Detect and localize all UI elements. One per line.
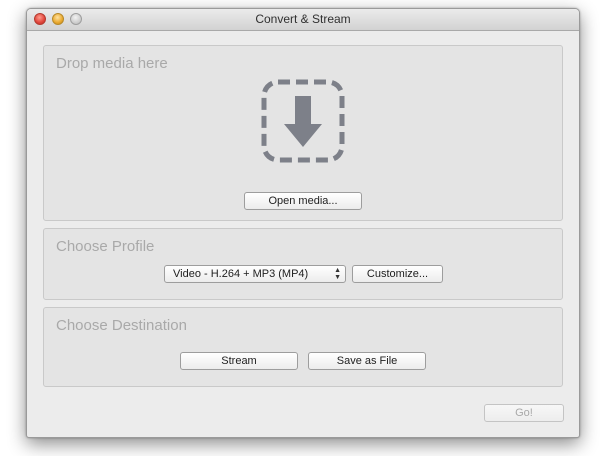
- choose-profile-panel: Choose Profile Video - H.264 + MP3 (MP4)…: [43, 228, 563, 300]
- download-arrow-icon: [261, 79, 345, 163]
- stream-button[interactable]: Stream: [180, 352, 298, 370]
- select-arrows-icon: ▲ ▼: [334, 267, 341, 281]
- convert-stream-window: Convert & Stream Drop media here Open me…: [26, 8, 580, 438]
- save-as-file-button[interactable]: Save as File: [308, 352, 426, 370]
- choose-destination-title: Choose Destination: [56, 317, 187, 334]
- drop-media-title: Drop media here: [56, 55, 168, 72]
- go-button[interactable]: Go!: [484, 404, 564, 422]
- customize-button[interactable]: Customize...: [352, 265, 443, 283]
- choose-profile-title: Choose Profile: [56, 238, 155, 255]
- drop-media-panel[interactable]: Drop media here Open media...: [43, 45, 563, 221]
- profile-select-value: Video - H.264 + MP3 (MP4): [173, 268, 309, 280]
- window-title: Convert & Stream: [255, 12, 351, 26]
- open-media-button[interactable]: Open media...: [244, 192, 362, 210]
- titlebar: Convert & Stream: [27, 9, 579, 31]
- choose-destination-panel: Choose Destination Stream Save as File: [43, 307, 563, 387]
- profile-select[interactable]: Video - H.264 + MP3 (MP4) ▲ ▼: [164, 265, 346, 283]
